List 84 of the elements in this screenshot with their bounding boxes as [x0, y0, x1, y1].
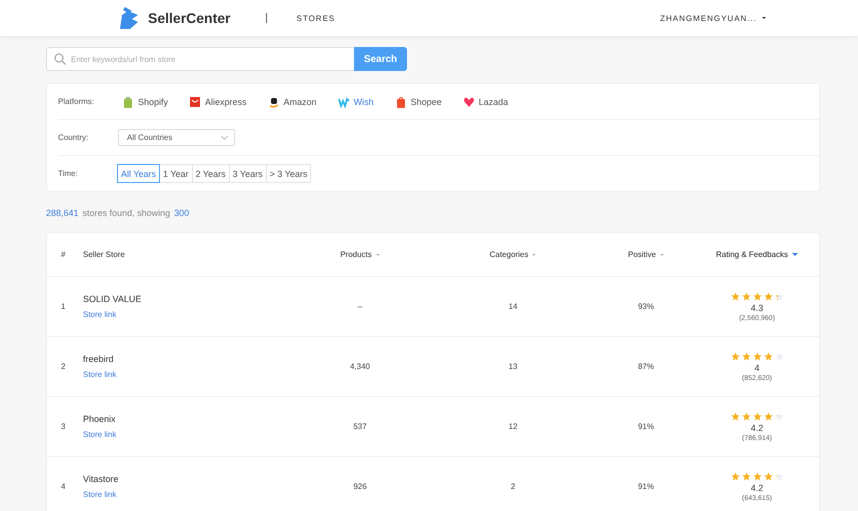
- platform-option[interactable]: Shopify: [122, 96, 168, 108]
- star-icon: [752, 412, 762, 420]
- products-cell-text: 926: [352, 482, 368, 491]
- star-icon: [764, 412, 772, 420]
- search-field[interactable]: Enter keywords/url from store: [46, 47, 354, 71]
- rank-cell-text: 4: [61, 482, 66, 491]
- platform-logo-icon: [189, 96, 202, 108]
- star-icon: [774, 472, 784, 480]
- star-icon: [774, 412, 784, 420]
- platform-option[interactable]: Wish: [338, 96, 374, 108]
- star-icon: [764, 352, 772, 360]
- country-label: Country:: [58, 133, 90, 142]
- store-link[interactable]: Store link: [83, 430, 116, 439]
- store-name: Phoenix: [83, 414, 117, 424]
- rating-value: 4.2: [750, 422, 764, 432]
- platforms-label: Platforms:: [58, 97, 96, 106]
- store-name: SOLID VALUE: [83, 294, 142, 304]
- results-text: stores found, showing: [82, 208, 170, 218]
- store-link[interactable]: Store link: [83, 490, 116, 499]
- star-icon: [730, 412, 740, 420]
- star-icon: [730, 352, 740, 360]
- categories-cell-text: 12: [508, 422, 518, 431]
- positive-cell-text: 93%: [636, 302, 655, 311]
- star-icon: [742, 472, 750, 480]
- star-icon: [730, 472, 740, 480]
- country-dropdown[interactable]: All Countries: [118, 129, 235, 146]
- platform-logo-icon: [122, 96, 134, 108]
- rank-cell-text: 2: [61, 362, 66, 371]
- column-header: Seller Store: [83, 250, 126, 259]
- star-icon: [752, 472, 762, 480]
- positive-cell-text: 91%: [636, 422, 655, 431]
- section-title: STORES: [296, 14, 336, 22]
- store-name: freebird: [83, 354, 115, 364]
- positive-cell-text: 91%: [636, 482, 655, 491]
- categories-cell-text: 14: [508, 302, 518, 311]
- store-link[interactable]: Store link: [83, 310, 116, 319]
- column-header[interactable]: Products: [340, 250, 380, 259]
- star-icon: [742, 412, 750, 420]
- rating-value: 4.2: [750, 482, 764, 492]
- categories-cell-text: 13: [508, 362, 518, 371]
- platform-logo-icon: [394, 96, 407, 108]
- time-option[interactable]: 1 Year: [159, 164, 193, 183]
- column-header[interactable]: Positive: [628, 250, 664, 259]
- time-option[interactable]: All Years: [117, 164, 160, 183]
- logo-icon: [118, 5, 140, 31]
- store-count: 288,641: [46, 208, 79, 218]
- column-header: #: [61, 250, 66, 259]
- rank-cell-text: 1: [61, 302, 66, 311]
- rank-cell-text: 3: [61, 422, 66, 431]
- star-icon: [764, 472, 772, 480]
- star-icon: [764, 292, 772, 300]
- time-option[interactable]: 3 Years: [228, 164, 267, 183]
- products-cell-text: 537: [352, 422, 368, 431]
- platform-option[interactable]: Shopee: [394, 96, 442, 108]
- user-menu[interactable]: ZHANGMENGYUAN...: [660, 14, 766, 22]
- platform-option[interactable]: Aliexpress: [189, 96, 247, 108]
- platform-option[interactable]: Lazada: [462, 96, 508, 108]
- star-icon: [774, 292, 784, 300]
- products-cell-text: 4,340: [348, 362, 372, 371]
- brand-name: SellerCenter: [148, 10, 230, 26]
- rating-value: 4: [754, 362, 760, 372]
- platform-logo-icon: [462, 96, 475, 108]
- platform-option[interactable]: Amazon: [268, 96, 317, 108]
- categories-cell-text: 2: [510, 482, 516, 491]
- column-header[interactable]: Rating & Feedbacks: [716, 250, 798, 259]
- platform-logo-icon: [268, 96, 280, 108]
- search-icon: [54, 53, 66, 65]
- time-option[interactable]: 2 Years: [192, 164, 230, 183]
- column-header[interactable]: Categories: [490, 250, 536, 259]
- rating-value: 4.3: [750, 302, 764, 312]
- store-name: Vitastore: [83, 474, 120, 484]
- store-link[interactable]: Store link: [83, 370, 116, 379]
- platform-logo-icon: [338, 96, 350, 108]
- caret-icon: [762, 17, 766, 19]
- time-option[interactable]: > 3 Years: [266, 164, 312, 183]
- products-cell-text: –: [356, 302, 364, 311]
- star-icon: [752, 352, 762, 360]
- star-icon: [742, 292, 750, 300]
- time-label: Time:: [58, 169, 79, 178]
- star-icon: [742, 352, 750, 360]
- positive-cell-text: 87%: [636, 362, 655, 371]
- star-icon: [730, 292, 740, 300]
- star-icon: [752, 292, 762, 300]
- showing-count: 300: [174, 208, 190, 218]
